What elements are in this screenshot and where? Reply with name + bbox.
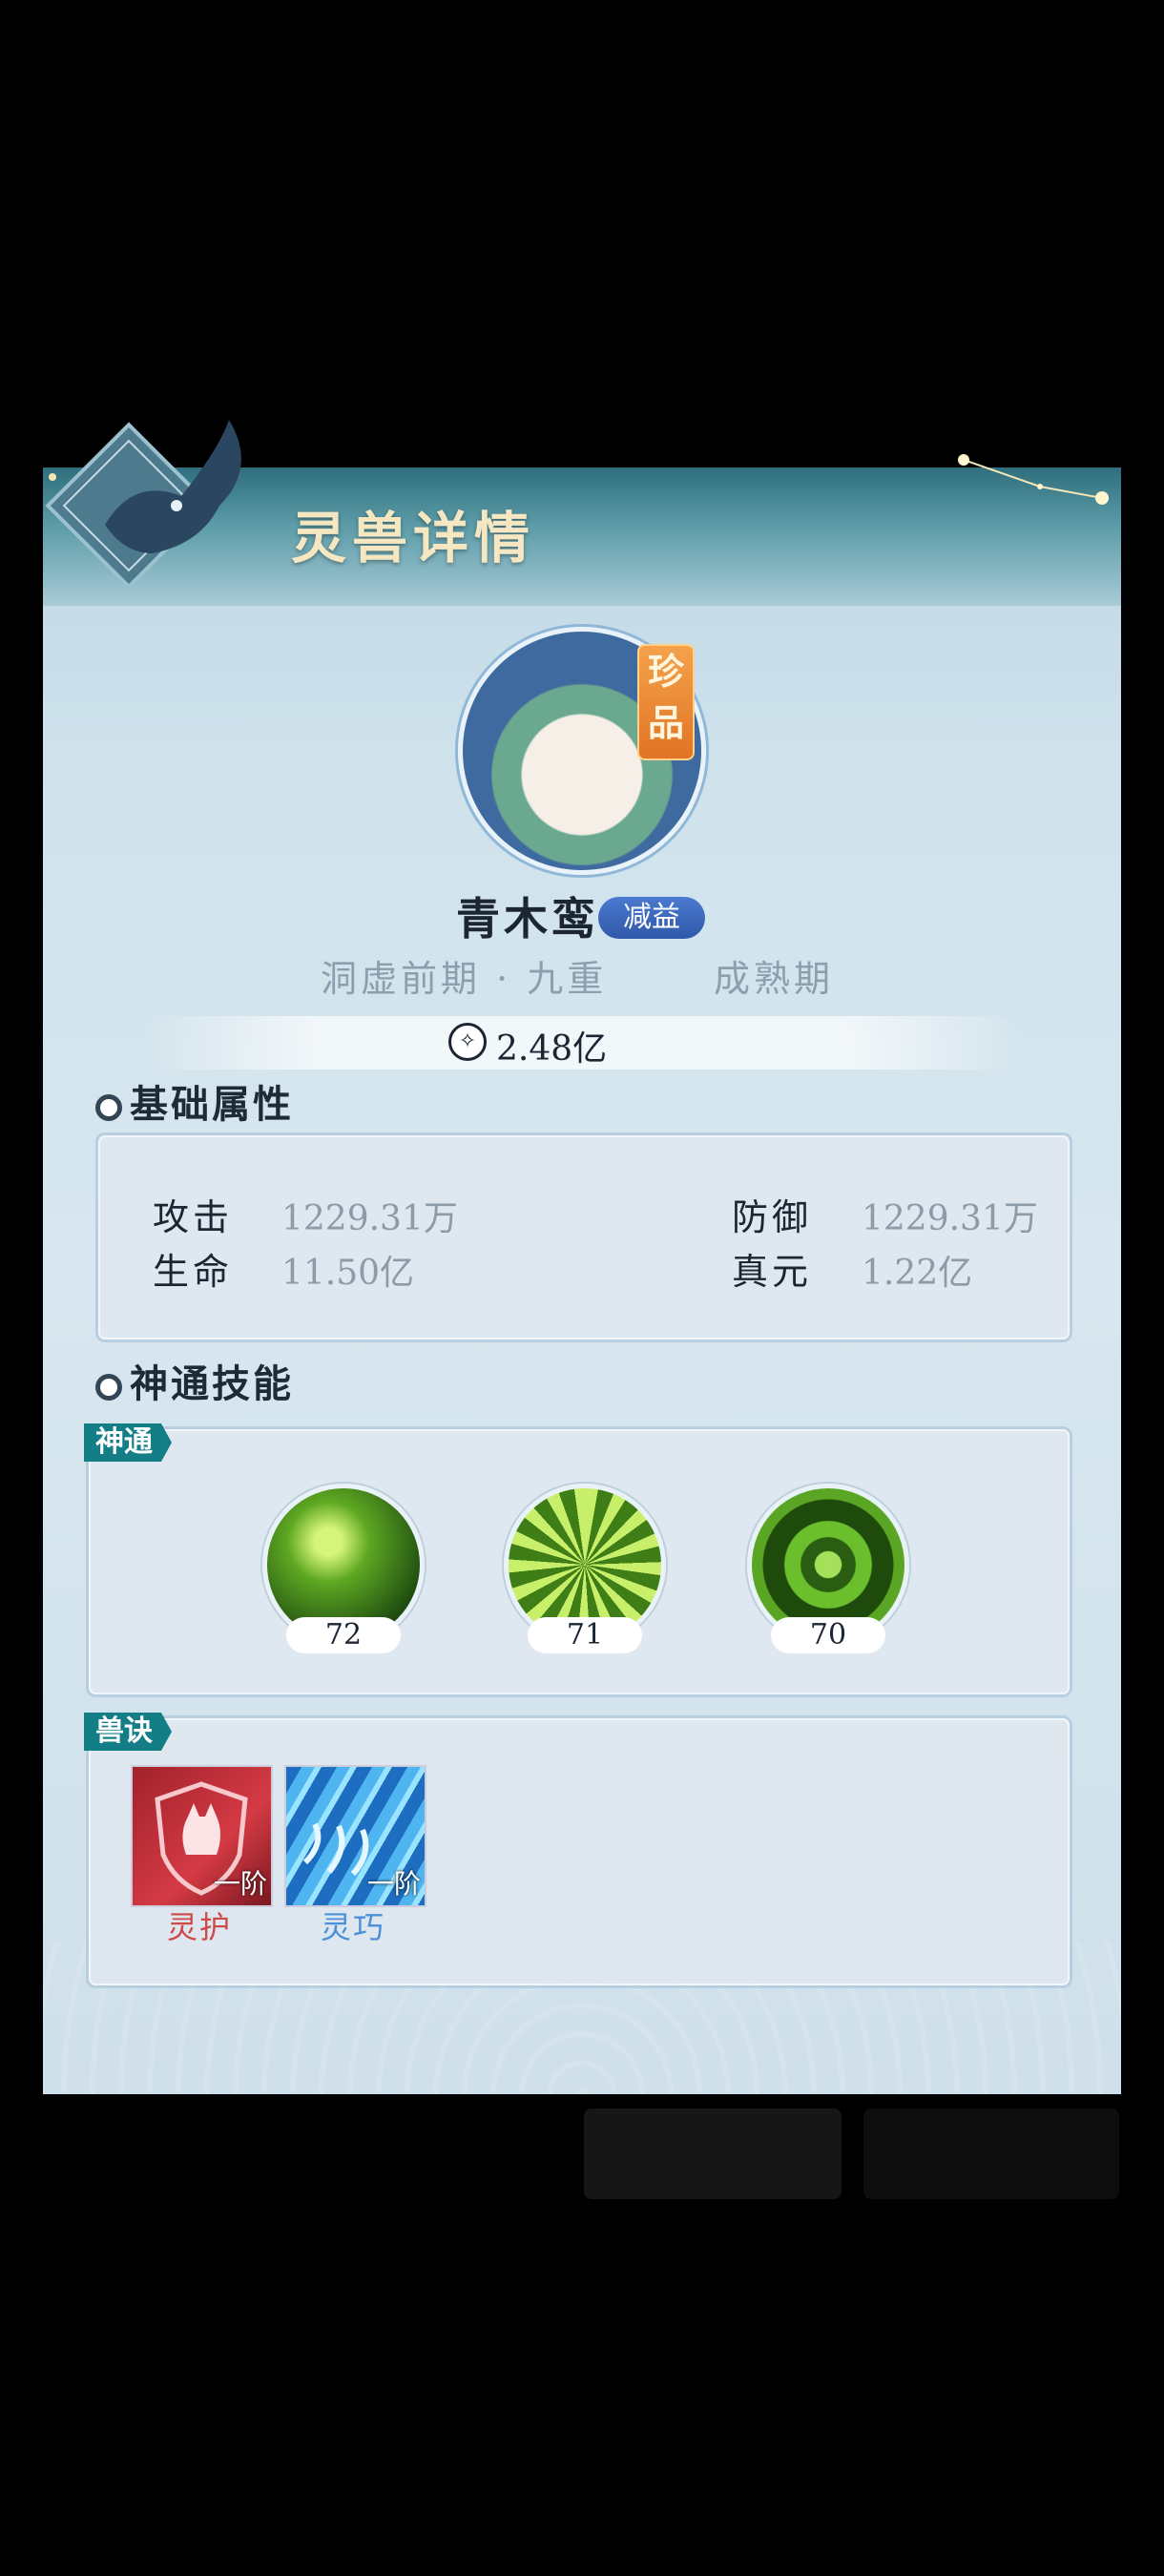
skill-level: 72 (286, 1617, 401, 1653)
shoujue-item-lingqiao[interactable]: 一阶 (284, 1765, 426, 1907)
shoujue-item-linghu[interactable]: 一阶 (131, 1765, 273, 1907)
attr-value-hp: 11.50亿 (281, 1254, 415, 1293)
power-value: 2.48亿 (496, 1029, 608, 1069)
bullet-icon (95, 1094, 122, 1121)
background-button-dim (584, 2109, 842, 2199)
attr-label-mana: 真元 (732, 1251, 813, 1293)
shentong-skill-1[interactable]: 72 (262, 1484, 425, 1653)
attr-label-attack: 攻击 (153, 1196, 234, 1238)
beast-realm: 洞虚前期 · 九重 (321, 958, 608, 1000)
shentong-skill-3[interactable]: 70 (747, 1484, 909, 1653)
shoujue-name-lingqiao: 灵巧 (321, 1909, 386, 1945)
constellation-deco-icon (958, 454, 1109, 505)
shoujue-tag: 兽诀 (84, 1713, 172, 1751)
section-skills: 神通技能 (95, 1353, 294, 1408)
skill-level: 70 (771, 1617, 885, 1653)
rank-badge: 珍品 (637, 644, 695, 760)
shoujue-tier: 一阶 (366, 1868, 421, 1900)
beast-stage: 成熟期 (714, 958, 835, 1000)
attr-value-mana: 1.22亿 (862, 1254, 973, 1293)
shentong-skill-2[interactable]: 71 (504, 1484, 666, 1653)
beast-name: 青木鸾 (456, 893, 599, 945)
bullet-icon (95, 1374, 122, 1401)
skill-level: 71 (528, 1617, 642, 1653)
background-button-dim-2 (863, 2109, 1119, 2199)
attr-label-hp: 生命 (153, 1251, 234, 1293)
attr-label-defense: 防御 (732, 1196, 813, 1238)
attr-value-attack: 1229.31万 (281, 1199, 458, 1238)
panel-title: 灵兽详情 (291, 506, 536, 571)
power-icon: ✧ (448, 1023, 487, 1061)
effect-badge[interactable]: 减益 (598, 897, 705, 939)
shoujue-name-linghu: 灵护 (167, 1909, 233, 1945)
shoujue-tier: 一阶 (213, 1868, 267, 1900)
attr-value-defense: 1229.31万 (862, 1199, 1038, 1238)
section-base-attrs: 基础属性 (95, 1073, 294, 1129)
beast-emblem-icon (45, 420, 241, 590)
shentong-tag: 神通 (84, 1423, 172, 1462)
